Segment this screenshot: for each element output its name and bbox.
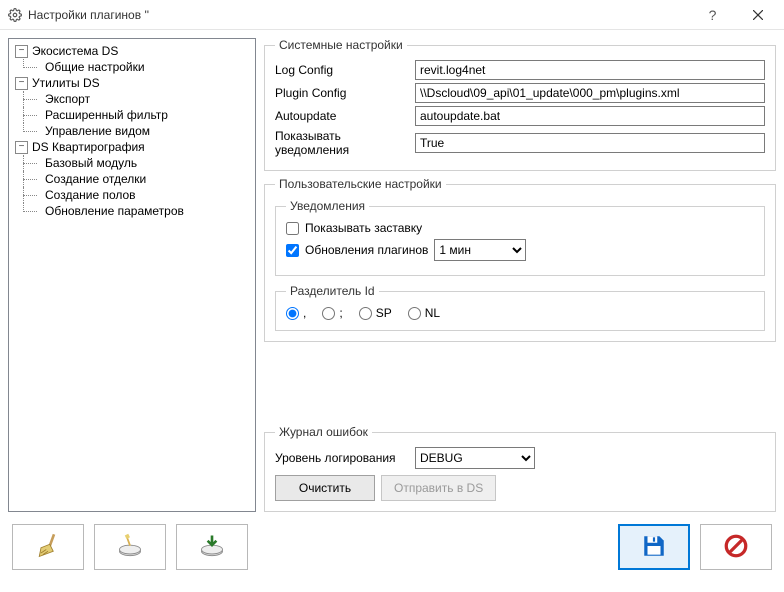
error-log-legend: Журнал ошибок [275,425,372,439]
tree-item[interactable]: Базовый модуль [15,155,251,171]
tree-item-label: Создание полов [45,188,136,202]
show-notifications-input[interactable] [415,133,765,153]
plugin-config-label: Plugin Config [275,86,415,100]
tree-item-label: Базовый модуль [45,156,137,170]
collapse-icon[interactable]: − [15,45,28,58]
notifications-group: Уведомления Показывать заставку Обновлен… [275,199,765,276]
id-separator-legend: Разделитель Id [286,284,379,298]
block-icon [723,533,749,562]
window-title: Настройки плагинов '' [22,8,690,22]
drive-arrow-icon [198,532,226,563]
collapse-icon[interactable]: − [15,77,28,90]
tool-button[interactable] [94,524,166,570]
tree-item-label: Создание отделки [45,172,146,186]
separator-option-nl[interactable]: NL [408,306,440,320]
tree-item-label: Экспорт [45,92,90,106]
show-splash-checkbox[interactable] [286,222,299,235]
show-notifications-label: Показывать уведомления [275,129,415,157]
broom-icon [34,532,62,563]
tree-item[interactable]: Экспорт [15,91,251,107]
autoupdate-label: Autoupdate [275,109,415,123]
cancel-button[interactable] [700,524,772,570]
separator-option-comma[interactable]: , [286,306,306,320]
tree-item-label: Общие настройки [45,60,145,74]
plugin-updates-label: Обновления плагинов [305,243,428,257]
send-log-button: Отправить в DS [381,475,496,501]
update-interval-select[interactable]: 1 мин [434,239,526,261]
tree-item[interactable]: Расширенный фильтр [15,107,251,123]
clear-log-button[interactable]: Очистить [275,475,375,501]
separator-option-sp[interactable]: SP [359,306,392,320]
bottom-toolbar [0,520,784,578]
log-config-label: Log Config [275,63,415,77]
system-settings-group: Системные настройки Log Config Plugin Co… [264,38,776,171]
import-button[interactable] [176,524,248,570]
tree-item-label: Управление видом [45,124,150,138]
tree-item[interactable]: Создание полов [15,187,251,203]
error-log-group: Журнал ошибок Уровень логирования DEBUG … [264,425,776,512]
notifications-legend: Уведомления [286,199,369,213]
tree-node-apartments[interactable]: − DS Квартирография [13,139,251,155]
tree-item-label: Обновление параметров [45,204,184,218]
gear-icon [8,8,22,22]
title-bar: Настройки плагинов '' ? [0,0,784,30]
save-button[interactable] [618,524,690,570]
clean-button[interactable] [12,524,84,570]
id-separator-group: Разделитель Id , ; SP NL [275,284,765,331]
tree-item[interactable]: Общие настройки [15,59,251,75]
save-icon [641,533,667,562]
close-button[interactable] [735,0,780,30]
collapse-icon[interactable]: − [15,141,28,154]
help-button[interactable]: ? [690,0,735,30]
log-level-label: Уровень логирования [275,451,415,465]
tree-item-label: Расширенный фильтр [45,108,168,122]
log-config-input[interactable] [415,60,765,80]
user-settings-group: Пользовательские настройки Уведомления П… [264,177,776,342]
tree-node-label: DS Квартирография [32,140,145,154]
tree-node-ecosystem[interactable]: − Экосистема DS [13,43,251,59]
user-settings-legend: Пользовательские настройки [275,177,446,191]
tree-node-label: Утилиты DS [32,76,100,90]
system-settings-legend: Системные настройки [275,38,407,52]
log-level-select[interactable]: DEBUG [415,447,535,469]
tree-item[interactable]: Управление видом [15,123,251,139]
tree-node-utilities[interactable]: − Утилиты DS [13,75,251,91]
show-splash-label: Показывать заставку [305,221,422,235]
tree-item[interactable]: Обновление параметров [15,203,251,219]
plugin-updates-checkbox[interactable] [286,244,299,257]
autoupdate-input[interactable] [415,106,765,126]
drive-tool-icon [116,532,144,563]
separator-option-semicolon[interactable]: ; [322,306,342,320]
tree-item[interactable]: Создание отделки [15,171,251,187]
tree-node-label: Экосистема DS [32,44,118,58]
plugin-tree[interactable]: − Экосистема DS Общие настройки − Утилит… [8,38,256,512]
plugin-config-input[interactable] [415,83,765,103]
